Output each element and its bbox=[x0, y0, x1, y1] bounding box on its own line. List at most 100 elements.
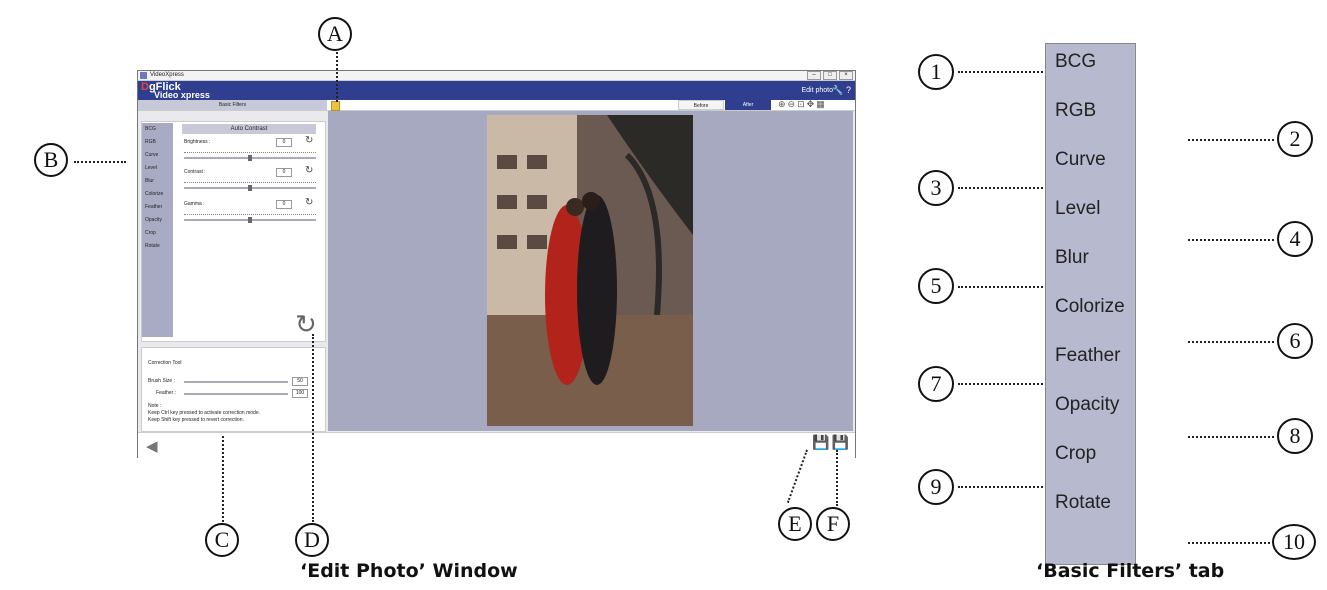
brightness-slider[interactable] bbox=[184, 155, 316, 161]
callout-5: 5 bbox=[918, 268, 954, 304]
fit-icon[interactable]: ⊡ bbox=[797, 99, 807, 109]
callout-c: C bbox=[205, 523, 239, 557]
wrench-icon[interactable]: 🔧 bbox=[832, 85, 843, 95]
filter-label: Blur bbox=[1055, 247, 1089, 268]
zoom-out-icon[interactable]: ⊖ bbox=[788, 99, 798, 109]
basic-filters-tab: BCG RGB Curve Level Blur Colorize Feathe… bbox=[1045, 43, 1136, 565]
photo-illustration bbox=[487, 115, 693, 426]
correction-tool-panel: Correction Tool Brush Size : 50 Feather … bbox=[141, 347, 326, 432]
callout-line bbox=[336, 52, 338, 102]
filter-label: Rotate bbox=[1055, 492, 1111, 513]
filter-label: Level bbox=[1055, 198, 1101, 219]
callout-f: F bbox=[816, 507, 850, 541]
gamma-ticks bbox=[184, 211, 316, 215]
photo-preview bbox=[487, 115, 693, 426]
zoom-toolbar: ⊕⊖⊡✥▦ bbox=[778, 99, 827, 110]
caption-edit-photo: ‘Edit Photo’ Window bbox=[300, 560, 518, 582]
callout-line bbox=[1188, 341, 1274, 343]
brush-size-value[interactable]: 50 bbox=[292, 377, 308, 386]
contrast-value[interactable]: 0 bbox=[276, 168, 292, 177]
gamma-label: Gamma : bbox=[184, 201, 205, 207]
filter-item[interactable]: RGB bbox=[142, 136, 173, 149]
callout-line bbox=[958, 187, 1043, 189]
brightness-label: Brightness : bbox=[184, 139, 211, 145]
slider-knob[interactable] bbox=[248, 155, 252, 161]
folder-icon[interactable] bbox=[331, 101, 340, 111]
filter-label: Opacity bbox=[1055, 394, 1120, 415]
note-line: Keep Ctrl key pressed to activate correc… bbox=[148, 410, 260, 416]
callout-line bbox=[1188, 436, 1274, 438]
callout-3: 3 bbox=[918, 170, 954, 206]
feather-slider[interactable] bbox=[184, 393, 288, 395]
edit-photo-window: VideoXpress – □ × DgFlick Video xpress E… bbox=[137, 70, 856, 458]
feather-value[interactable]: 100 bbox=[292, 389, 308, 398]
slider-knob[interactable] bbox=[248, 217, 252, 223]
minimize-button[interactable]: – bbox=[807, 71, 821, 80]
header-icons: 🔧 ? bbox=[832, 85, 851, 96]
window-controls: – □ × bbox=[807, 71, 853, 80]
window-title: VideoXpress bbox=[150, 72, 184, 78]
reset-icon[interactable]: ↻ bbox=[305, 135, 313, 146]
bottom-bar: ◀ 💾💾 bbox=[138, 432, 855, 458]
callout-line bbox=[222, 436, 224, 522]
before-button[interactable]: Before bbox=[678, 100, 724, 110]
filter-item[interactable]: Rotate bbox=[142, 240, 173, 253]
gamma-value[interactable]: 0 bbox=[276, 200, 292, 209]
help-icon[interactable]: ? bbox=[846, 85, 851, 95]
header-title: Edit photo bbox=[801, 87, 833, 94]
callout-d: D bbox=[295, 523, 329, 557]
filter-item[interactable]: Feather bbox=[142, 201, 173, 214]
save-icon[interactable]: 💾 bbox=[812, 434, 831, 450]
close-button[interactable]: × bbox=[839, 71, 853, 80]
after-button[interactable]: After bbox=[725, 100, 771, 110]
brush-size-label: Brush Size : bbox=[148, 378, 175, 384]
grid-icon[interactable]: ▦ bbox=[816, 99, 827, 109]
callout-8: 8 bbox=[1277, 418, 1313, 454]
filter-list: BCG RGB Curve Level Blur Colorize Feathe… bbox=[142, 123, 173, 337]
filter-label: Colorize bbox=[1055, 296, 1125, 317]
filter-label: Feather bbox=[1055, 345, 1121, 366]
caption-basic-filters: ‘Basic Filters’ tab bbox=[1036, 560, 1225, 582]
tab-basic-filters[interactable]: Basic Filters bbox=[138, 100, 327, 110]
contrast-label: Contrast : bbox=[184, 169, 206, 175]
callout-4: 4 bbox=[1277, 221, 1313, 257]
callout-a: A bbox=[318, 17, 352, 51]
callout-line bbox=[312, 334, 314, 522]
callout-line bbox=[958, 486, 1043, 488]
callout-10: 10 bbox=[1272, 524, 1316, 560]
save-toolbar: 💾💾 bbox=[812, 434, 851, 451]
filter-label: BCG bbox=[1055, 51, 1097, 72]
contrast-slider[interactable] bbox=[184, 185, 316, 191]
callout-9: 9 bbox=[918, 469, 954, 505]
app-icon bbox=[140, 72, 147, 79]
brightness-ticks bbox=[184, 149, 316, 153]
callout-2: 2 bbox=[1277, 121, 1313, 157]
contrast-ticks bbox=[184, 179, 316, 183]
reset-icon[interactable]: ↻ bbox=[305, 165, 313, 176]
filter-item[interactable]: BCG bbox=[142, 123, 173, 136]
brush-size-slider[interactable] bbox=[184, 381, 288, 383]
filter-label: Crop bbox=[1055, 443, 1097, 464]
correction-title: Correction Tool bbox=[148, 360, 182, 366]
slider-knob[interactable] bbox=[248, 185, 252, 191]
callout-line bbox=[836, 450, 838, 506]
filter-label: RGB bbox=[1055, 100, 1097, 121]
app-header: DgFlick Video xpress Edit photo 🔧 ? bbox=[138, 81, 855, 100]
maximize-button[interactable]: □ bbox=[823, 71, 837, 80]
filter-item[interactable]: Opacity bbox=[142, 214, 173, 227]
filter-item[interactable]: Colorize bbox=[142, 188, 173, 201]
gamma-slider[interactable] bbox=[184, 217, 316, 223]
filter-item[interactable]: Crop bbox=[142, 227, 173, 240]
back-arrow-icon[interactable]: ◀ bbox=[146, 437, 158, 455]
brightness-value[interactable]: 0 bbox=[276, 138, 292, 147]
save-as-icon[interactable]: 💾 bbox=[832, 434, 851, 450]
filter-item[interactable]: Curve bbox=[142, 149, 173, 162]
callout-line bbox=[958, 383, 1043, 385]
auto-contrast-button[interactable]: Auto Contrast bbox=[182, 124, 316, 134]
filter-item[interactable]: Level bbox=[142, 162, 173, 175]
zoom-in-icon[interactable]: ⊕ bbox=[778, 99, 788, 109]
reset-icon[interactable]: ↻ bbox=[305, 197, 313, 208]
move-icon[interactable]: ✥ bbox=[807, 99, 817, 109]
filter-item[interactable]: Blur bbox=[142, 175, 173, 188]
callout-line bbox=[958, 71, 1043, 73]
